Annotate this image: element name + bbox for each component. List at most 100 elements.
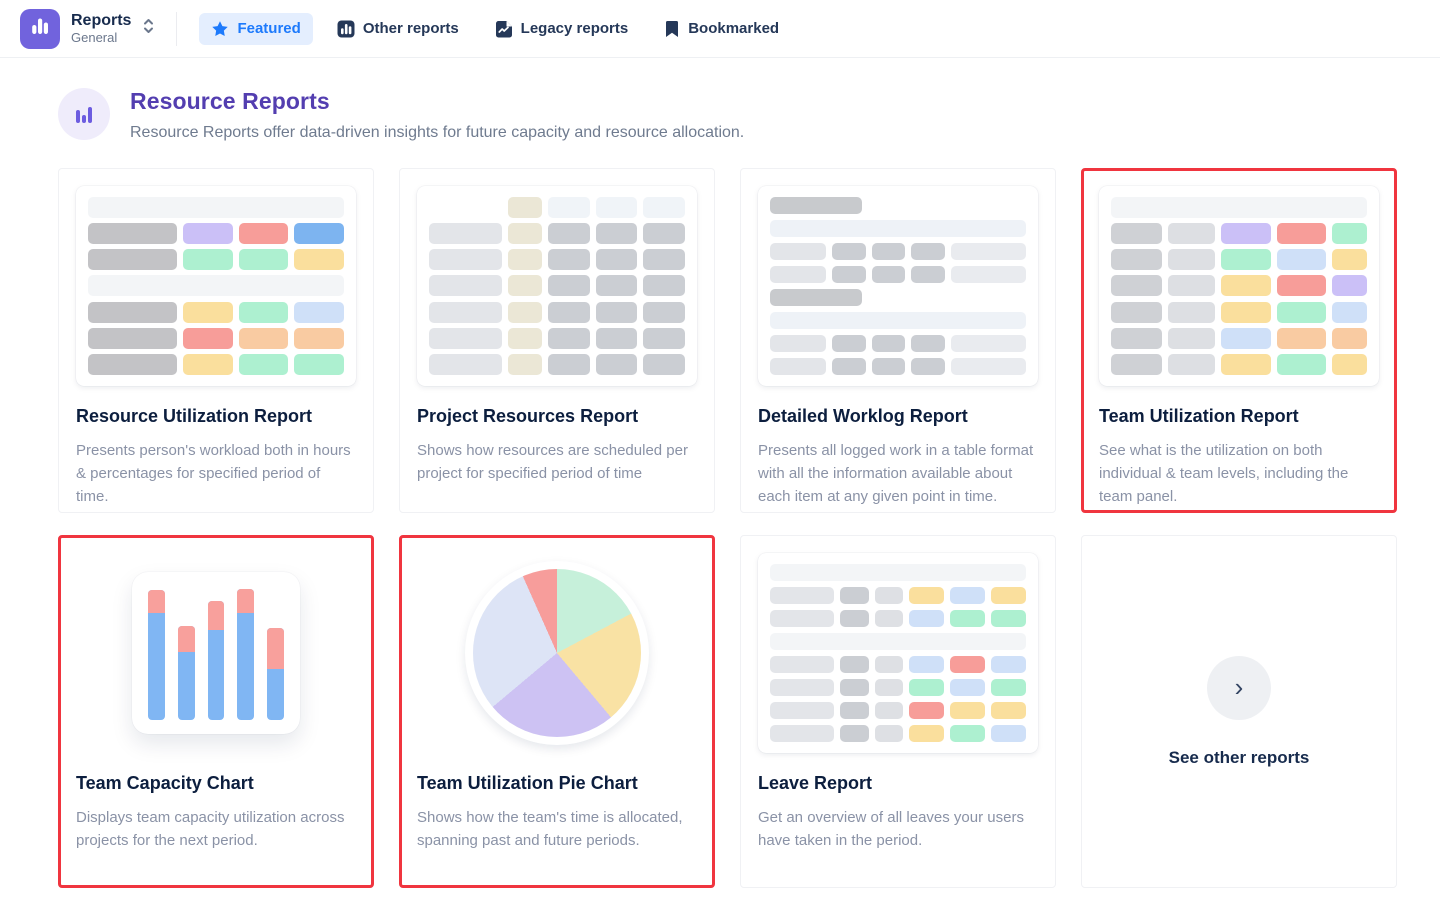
thumbnail-row: [770, 702, 1026, 719]
stacked-bar: [148, 590, 165, 720]
thumbnail-area: [758, 186, 1038, 386]
thumbnail-cell: [840, 679, 869, 696]
report-card-description: Shows how resources are scheduled per pr…: [417, 439, 697, 485]
thumbnail-row: [429, 354, 685, 375]
thumbnail-row: [770, 679, 1026, 696]
thumbnail-cell: [1277, 249, 1326, 270]
topbar-divider: [176, 12, 177, 46]
thumbnail-cell: [239, 354, 289, 375]
thumbnail-cell: [875, 679, 904, 696]
thumbnail-row: [770, 564, 1026, 581]
see-other-reports-card[interactable]: › See other reports: [1081, 535, 1397, 888]
team-utilization-report-card[interactable]: Team Utilization ReportSee what is the u…: [1081, 168, 1397, 513]
project-resources-report-card[interactable]: Project Resources ReportShows how resour…: [399, 168, 715, 513]
bar-chart-thumbnail: [132, 572, 300, 734]
tab-other-reports[interactable]: Other reports: [325, 13, 471, 45]
thumbnail-cell: [840, 702, 869, 719]
top-bar: Reports General FeaturedOther reportsLeg…: [0, 0, 1440, 58]
thumbnail-cell: [770, 335, 826, 352]
thumbnail-cell: [1332, 354, 1367, 375]
report-card-description: See what is the utilization on both indi…: [1099, 439, 1379, 508]
thumbnail-cell: [429, 197, 502, 218]
tab-featured[interactable]: Featured: [199, 13, 312, 45]
thumbnail-cell: [508, 223, 542, 244]
thumbnail-cell: [770, 725, 834, 742]
page-header: Resource Reports Resource Reports offer …: [58, 88, 1397, 142]
report-card-title: Team Utilization Pie Chart: [417, 773, 697, 794]
tab-label: Other reports: [363, 20, 459, 37]
thumbnail-cell: [508, 328, 542, 349]
thumbnail-cell: [429, 249, 502, 270]
thumbnail-cell: [909, 656, 944, 673]
thumbnail-cell: [991, 725, 1026, 742]
leave-report-card[interactable]: Leave ReportGet an overview of all leave…: [740, 535, 1056, 888]
thumbnail-cell: [548, 223, 590, 244]
thumbnail-area: [417, 186, 697, 386]
thumbnail-cell: [88, 249, 177, 270]
thumbnail-cell: [840, 610, 869, 627]
thumbnail-cell: [950, 702, 985, 719]
thumbnail-cell: [1111, 249, 1162, 270]
thumbnail-cell: [875, 725, 904, 742]
thumbnail-cell: [1277, 275, 1326, 296]
thumbnail-cell: [183, 354, 233, 375]
thumbnail-cell: [1277, 354, 1326, 375]
thumbnail-cell: [951, 335, 1026, 352]
resource-utilization-report-card[interactable]: Resource Utilization ReportPresents pers…: [58, 168, 374, 513]
report-card-grid: Resource Utilization ReportPresents pers…: [58, 168, 1397, 888]
report-card-title: Detailed Worklog Report: [758, 406, 1038, 427]
thumbnail-row: [770, 266, 1026, 283]
thumbnail-cell: [1221, 354, 1270, 375]
thumbnail-cell: [294, 328, 344, 349]
thumbnail-cell: [770, 610, 834, 627]
thumbnail-cell: [1332, 328, 1367, 349]
bar-chart-icon: [28, 14, 52, 43]
stacked-bar: [178, 626, 195, 720]
thumbnail-cell: [1168, 354, 1215, 375]
thumbnail-area: [1099, 186, 1379, 386]
thumbnail-cell: [770, 358, 826, 375]
tab-bar: Featured Other reports Legacy reports Bookm…: [199, 13, 791, 45]
thumbnail-cell: [596, 197, 638, 218]
thumbnail-cell: [991, 656, 1026, 673]
thumbnail-cell: [1168, 302, 1215, 323]
thumbnail-row: [88, 223, 344, 244]
thumbnail-cell: [832, 335, 866, 352]
thumbnail-row: [770, 610, 1026, 627]
see-other-reports-label: See other reports: [1169, 748, 1310, 768]
thumbnail-cell: [991, 702, 1026, 719]
see-other-reports-button[interactable]: ›: [1207, 656, 1271, 720]
thumbnail-cell: [1111, 328, 1162, 349]
bar-cap: [148, 590, 165, 613]
detailed-worklog-report-card[interactable]: Detailed Worklog Report Presents all logg…: [740, 168, 1056, 513]
tab-legacy-reports[interactable]: Legacy reports: [483, 13, 641, 45]
thumbnail-cell: [875, 656, 904, 673]
thumbnail-cell: [840, 656, 869, 673]
thumbnail-cell: [548, 275, 590, 296]
thumbnail-cell: [950, 656, 985, 673]
team-utilization-pie-chart-card[interactable]: Team Utilization Pie ChartShows how the …: [399, 535, 715, 888]
page-title: Resource Reports: [130, 88, 744, 115]
thumbnail-cell: [909, 587, 944, 604]
thumbnail-cell: [1221, 223, 1270, 244]
thumbnail-cell: [875, 610, 904, 627]
report-card-description: Presents all logged work in a table form…: [758, 439, 1038, 508]
tab-bookmarked[interactable]: Bookmarked: [652, 13, 791, 45]
thumbnail-cell: [548, 249, 590, 270]
thumbnail-cell: [429, 223, 502, 244]
thumbnail-cell: [911, 335, 945, 352]
team-capacity-chart-card[interactable]: Team Capacity ChartDisplays team capacit…: [58, 535, 374, 888]
thumbnail-cell: [643, 354, 685, 375]
stacked-bar: [208, 601, 225, 720]
thumbnail-cell: [1332, 302, 1367, 323]
thumbnail-cell: [508, 302, 542, 323]
bar-cap: [267, 628, 284, 669]
thumbnail-cell: [429, 328, 502, 349]
report-thumbnail-table: [758, 553, 1038, 753]
app-logo: [20, 9, 60, 49]
thumbnail-cell: [1277, 223, 1326, 244]
thumbnail-row: [770, 587, 1026, 604]
thumbnail-cell: [909, 725, 944, 742]
app-switcher-button[interactable]: [141, 14, 156, 43]
thumbnail-row: [88, 302, 344, 323]
